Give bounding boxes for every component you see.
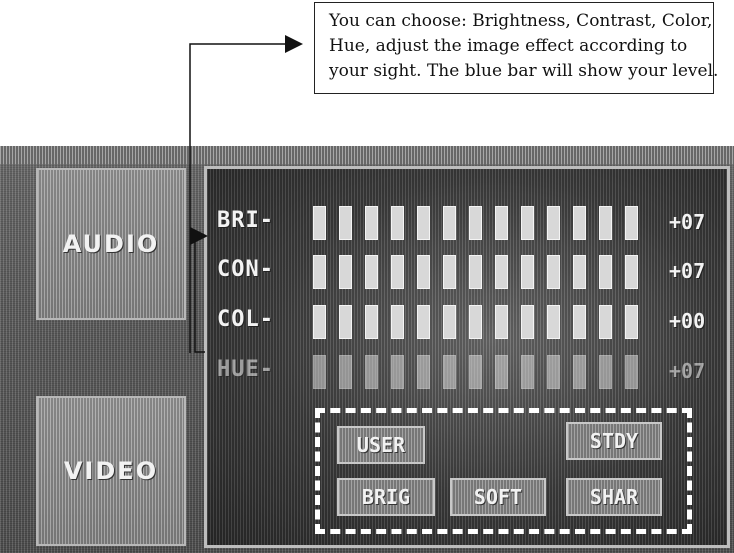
level-bar-segment: [365, 255, 378, 289]
contrast-row[interactable]: CON- +07: [217, 255, 725, 291]
level-bar-segment: [495, 305, 508, 339]
level-bar-segment: [417, 255, 430, 289]
color-value: +00: [669, 309, 706, 333]
level-bar-segment: [521, 305, 534, 339]
level-bar-segment: [469, 305, 482, 339]
level-bar-segment: [521, 255, 534, 289]
level-bar-segment: [599, 305, 612, 339]
osd-screen: AUDIO VIDEO BRI- +07 CON- +07 COL- +00 H…: [0, 146, 734, 553]
callout-line-3: your sight. The blue bar will show your …: [329, 61, 719, 81]
level-bar-segment: [391, 255, 404, 289]
level-bar-segment: [625, 305, 638, 339]
level-bar-segment: [547, 255, 560, 289]
hue-level-bars[interactable]: [307, 355, 667, 391]
level-bar-segment: [599, 255, 612, 289]
level-bar-segment: [365, 355, 378, 389]
level-bar-segment: [495, 255, 508, 289]
level-bar-segment: [313, 305, 326, 339]
level-bar-segment: [573, 305, 586, 339]
color-row[interactable]: COL- +00: [217, 305, 725, 341]
level-bar-segment: [443, 305, 456, 339]
contrast-value: +07: [669, 259, 706, 283]
level-bar-segment: [313, 255, 326, 289]
color-level-bars[interactable]: [307, 305, 667, 341]
level-bar-segment: [417, 206, 430, 240]
hue-row[interactable]: HUE- +07: [217, 355, 725, 391]
level-bar-segment: [547, 206, 560, 240]
contrast-label: CON-: [217, 257, 274, 282]
level-bar-segment: [313, 206, 326, 240]
level-bar-segment: [599, 206, 612, 240]
level-bar-segment: [365, 206, 378, 240]
level-bar-segment: [625, 206, 638, 240]
level-bar-segment: [625, 355, 638, 389]
level-bar-segment: [469, 206, 482, 240]
callout-line-1: You can choose: Brightness, Contrast, Co…: [329, 11, 713, 31]
level-bar-segment: [339, 206, 352, 240]
level-bar-segment: [573, 355, 586, 389]
level-bar-segment: [599, 355, 612, 389]
level-bar-segment: [573, 206, 586, 240]
level-bar-segment: [339, 255, 352, 289]
brightness-label: BRI-: [217, 208, 274, 233]
brightness-row[interactable]: BRI- +07: [217, 206, 725, 242]
level-bar-segment: [365, 305, 378, 339]
level-bar-segment: [417, 305, 430, 339]
callout-line-2: Hue, adjust the image effect according t…: [329, 36, 688, 56]
level-bar-segment: [573, 255, 586, 289]
instruction-callout: You can choose: Brightness, Contrast, Co…: [314, 2, 719, 94]
level-bar-segment: [469, 355, 482, 389]
level-bar-segment: [625, 255, 638, 289]
level-bar-segment: [391, 355, 404, 389]
level-bar-segment: [443, 255, 456, 289]
brightness-value: +07: [669, 210, 706, 234]
level-bar-segment: [313, 355, 326, 389]
level-bar-segment: [495, 206, 508, 240]
hue-label: HUE-: [217, 357, 274, 382]
level-bar-segment: [547, 305, 560, 339]
level-bar-segment: [443, 355, 456, 389]
screen-top-strip: [0, 146, 734, 164]
hue-value: +07: [669, 359, 706, 383]
level-bar-segment: [469, 255, 482, 289]
mode-highlight-box: [315, 408, 692, 534]
level-bar-segment: [521, 355, 534, 389]
level-bar-segment: [417, 355, 430, 389]
level-bar-segment: [339, 355, 352, 389]
video-tab[interactable]: VIDEO: [36, 396, 186, 546]
level-bar-segment: [391, 305, 404, 339]
level-bar-segment: [443, 206, 456, 240]
brightness-level-bars[interactable]: [307, 206, 667, 242]
level-bar-segment: [521, 206, 534, 240]
audio-tab[interactable]: AUDIO: [36, 168, 186, 320]
contrast-level-bars[interactable]: [307, 255, 667, 291]
level-bar-segment: [339, 305, 352, 339]
level-bar-segment: [391, 206, 404, 240]
color-label: COL-: [217, 307, 274, 332]
level-bar-segment: [495, 355, 508, 389]
level-bar-segment: [547, 355, 560, 389]
